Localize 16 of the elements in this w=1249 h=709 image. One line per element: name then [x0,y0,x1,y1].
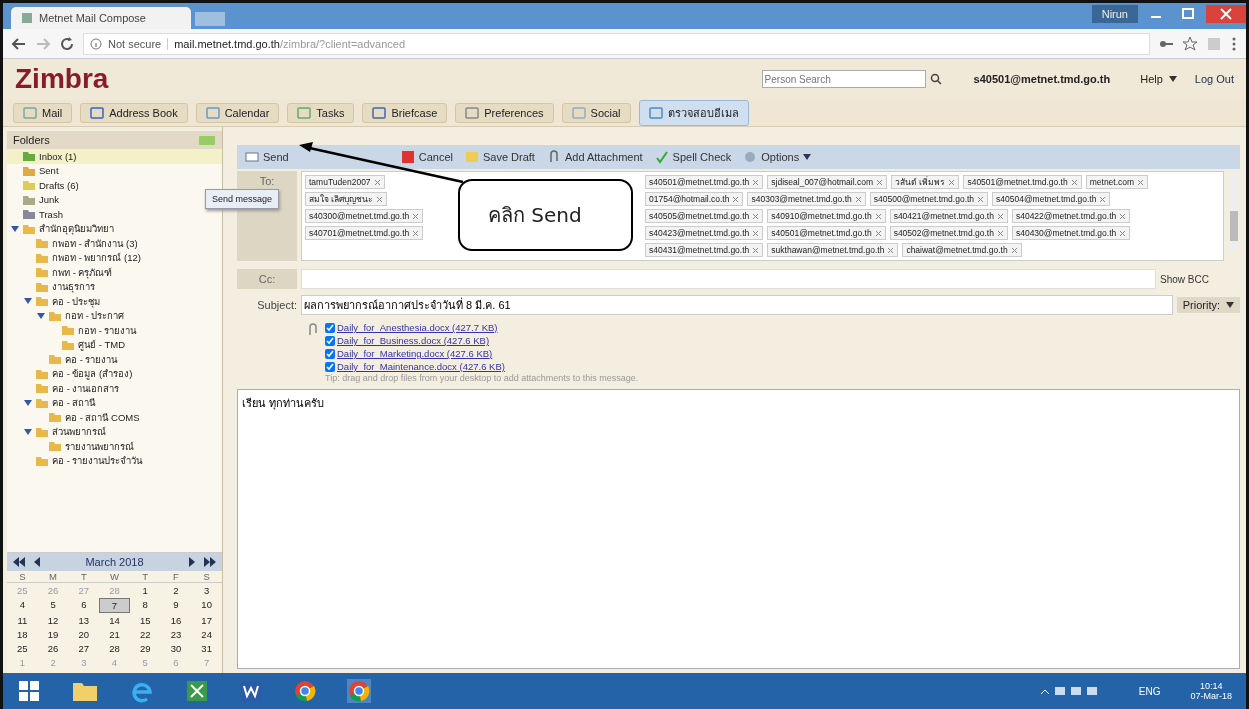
weekday-label: T [68,571,100,583]
weekday-label: S [191,571,222,583]
weekday-label: T [129,571,161,583]
url-text: mail.metnet.tmd.go.th/zimbra/?client=advanced [174,37,406,50]
security-label: Not secure [108,37,169,50]
weekday-label: M [37,571,69,583]
subject-label: Subject: [256,299,297,311]
tooltip: Send message [205,189,280,209]
weekday-label: F [160,571,192,583]
zimbra-logo: Zimbra [15,63,109,95]
callout-tooltip: คลิก Send [458,179,633,251]
user-address: s40501@metnet.tmd.go.th [973,73,1111,85]
calendar-month: March 2018 [84,556,145,568]
weekday-label: S [7,571,38,583]
attachment-hint: Tip: drag and drop files from your desktop to add attachments to this message. [325,373,639,383]
weekday-label: W [99,571,130,583]
